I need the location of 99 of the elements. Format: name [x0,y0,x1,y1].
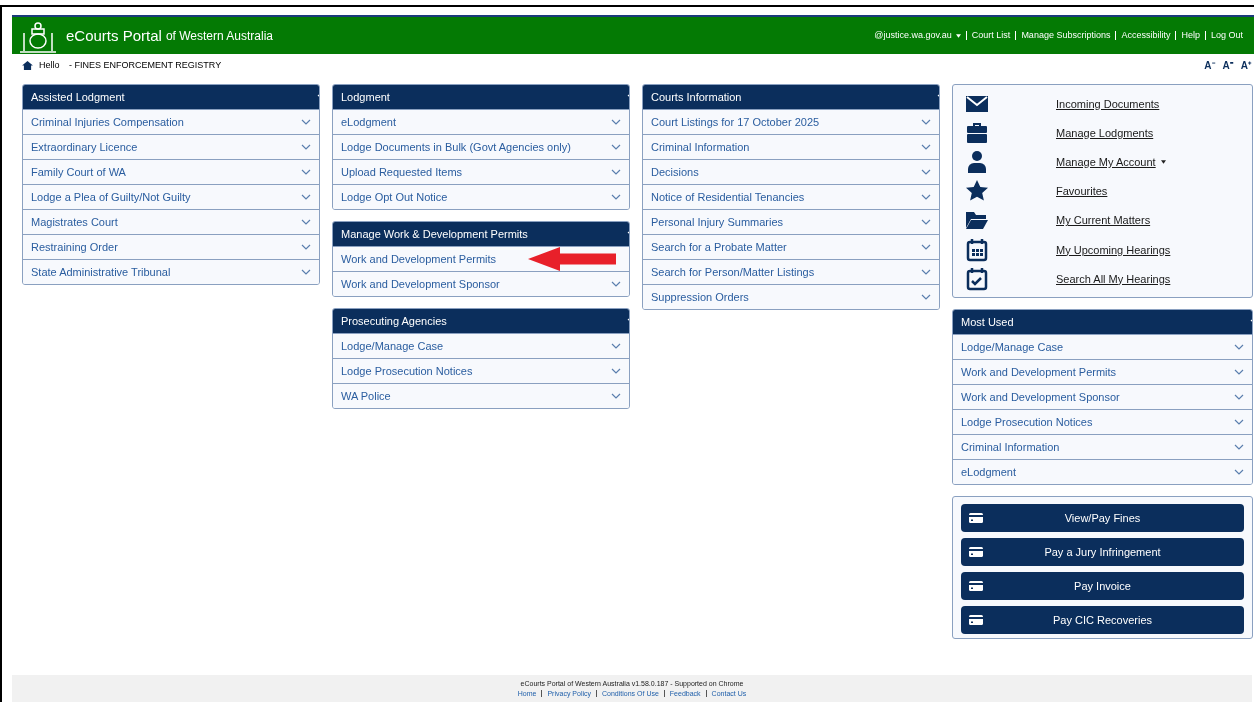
font-size-button[interactable]: A⁺ [1237,58,1254,72]
panel-header[interactable]: Prosecuting Agencies [333,309,629,333]
menu-item[interactable]: eLodgment [341,116,397,128]
briefcase-icon [965,120,989,145]
menu-item[interactable]: Work and Development Permits [341,253,497,265]
greeting-text: Hello [39,60,61,70]
menu-item[interactable]: Court Listings for 17 October 2025 [651,116,820,128]
chevron-icon[interactable] [921,119,931,125]
chevron-icon[interactable] [611,194,621,200]
panel-header[interactable]: Lodgment [333,85,629,109]
chevron-icon[interactable] [921,294,931,300]
chevron-icon[interactable] [1234,394,1244,401]
chevron-icon[interactable] [611,393,621,399]
credit-card-icon [969,581,983,592]
menu-item[interactable]: Search for Person/Matter Listings [651,266,815,278]
chevron-icon[interactable] [1234,419,1244,426]
header-link[interactable]: Manage Subscriptions [1021,31,1111,40]
menu-item[interactable]: Decisions [651,166,699,178]
chevron-icon[interactable] [301,144,311,150]
chevron-icon[interactable] [921,169,931,175]
panel-header[interactable]: Manage Work & Development Permits [333,222,629,246]
header-link[interactable]: Accessibility [1121,31,1171,40]
chevron-icon[interactable] [1234,344,1244,351]
header-link[interactable]: Help [1181,31,1200,40]
quick-link[interactable]: Favourites [1056,185,1108,198]
chevron-icon[interactable] [301,219,311,225]
menu-item[interactable]: Magistrates Court [31,216,118,228]
chevron-icon[interactable] [1234,469,1244,476]
menu-item[interactable]: WA Police [341,390,391,402]
menu-item[interactable]: Restraining Order [31,241,118,253]
quick-link[interactable]: My Current Matters [1056,214,1151,227]
menu-item[interactable]: eLodgment [961,466,1017,479]
calendar-check-icon [965,266,989,291]
quick-link[interactable]: Manage My Account [1056,155,1156,168]
home-icon [22,60,33,70]
chevron-icon[interactable] [301,119,311,125]
menu-item[interactable]: Criminal Injuries Compensation [31,116,184,128]
quick-link[interactable]: Manage Lodgments [1056,126,1154,139]
menu-item[interactable]: Work and Development Permits [961,366,1117,379]
chevron-icon[interactable] [611,119,621,125]
chevron-icon[interactable] [921,144,931,150]
font-size-button[interactable]: A⁻ [1201,58,1218,72]
menu-item[interactable]: Family Court of WA [31,166,126,178]
chevron-icon[interactable] [301,244,311,250]
menu-item[interactable]: Lodge Prosecution Notices [961,416,1093,429]
chevron-icon[interactable] [921,269,931,275]
quick-link[interactable]: Search All My Hearings [1056,272,1171,285]
chevron-icon[interactable] [1234,369,1244,376]
menu-item[interactable]: Work and Development Sponsor [961,391,1120,404]
menu-item[interactable]: Search for a Probate Matter [651,241,787,253]
chevron-icon[interactable] [611,281,621,287]
menu-item[interactable]: Suppression Orders [651,291,749,303]
payment-button[interactable]: Pay Invoice [961,572,1244,601]
menu-item[interactable]: Extraordinary Licence [31,141,138,153]
chevron-icon[interactable] [301,194,311,200]
menu-item[interactable]: Lodge a Plea of Guilty/Not Guilty [31,191,191,203]
chevron-icon[interactable] [301,169,311,175]
menu-item[interactable]: Personal Injury Summaries [651,216,784,228]
chevron-icon[interactable] [611,343,621,349]
font-size-button[interactable]: A⁼ [1219,58,1236,72]
menu-item[interactable]: Lodge Documents in Bulk (Govt Agencies only) [341,141,571,153]
panel-header[interactable]: Assisted Lodgment [23,85,319,109]
portal-subtitle: of Western Australia [165,28,274,43]
credit-card-icon [969,513,983,524]
menu-item[interactable]: Lodge/Manage Case [961,341,1064,354]
header-link[interactable]: Court List [971,31,1011,40]
registry-label: - FINES ENFORCEMENT REGISTRY [69,60,222,70]
menu-item[interactable]: Criminal Information [651,141,750,153]
menu-item[interactable]: Criminal Information [961,441,1060,454]
menu-item[interactable]: Work and Development Sponsor [341,278,500,290]
menu-item[interactable]: Lodge Opt Out Notice [341,191,448,203]
credit-card-icon [969,547,983,558]
quick-link[interactable]: Incoming Documents [1056,97,1160,110]
portal-title: eCourts Portal [66,27,162,44]
chevron-icon[interactable] [921,194,931,200]
header-link[interactable]: Log Out [1210,31,1243,40]
menu-item[interactable]: Upload Requested Items [341,166,463,178]
chevron-icon[interactable] [301,269,311,275]
panel-header[interactable]: Most Used [953,310,1252,335]
person-icon [965,149,989,174]
chevron-icon[interactable] [611,368,621,374]
payment-button[interactable]: Pay CIC Recoveries [961,606,1244,635]
calendar-icon [965,237,989,262]
payment-button[interactable]: Pay a Jury Infringement [961,538,1244,567]
quick-link[interactable]: My Upcoming Hearings [1056,243,1171,256]
menu-item[interactable]: Lodge Prosecution Notices [341,365,473,377]
payment-button[interactable]: View/Pay Fines [961,504,1244,533]
credit-card-icon [969,615,983,626]
menu-item[interactable]: Lodge/Manage Case [341,340,444,352]
chevron-icon[interactable] [611,169,621,175]
chevron-icon[interactable] [611,144,621,150]
chevron-icon[interactable] [921,219,931,225]
menu-item[interactable]: Notice of Residential Tenancies [651,191,805,203]
chevron-icon[interactable] [921,244,931,250]
header-link[interactable]: @justice.wa.gov.au [874,31,952,40]
caret-icon[interactable] [1160,159,1166,164]
menu-item[interactable]: State Administrative Tribunal [31,266,171,278]
panel-header[interactable]: Courts Information [643,85,939,109]
chevron-icon[interactable] [1234,444,1244,451]
